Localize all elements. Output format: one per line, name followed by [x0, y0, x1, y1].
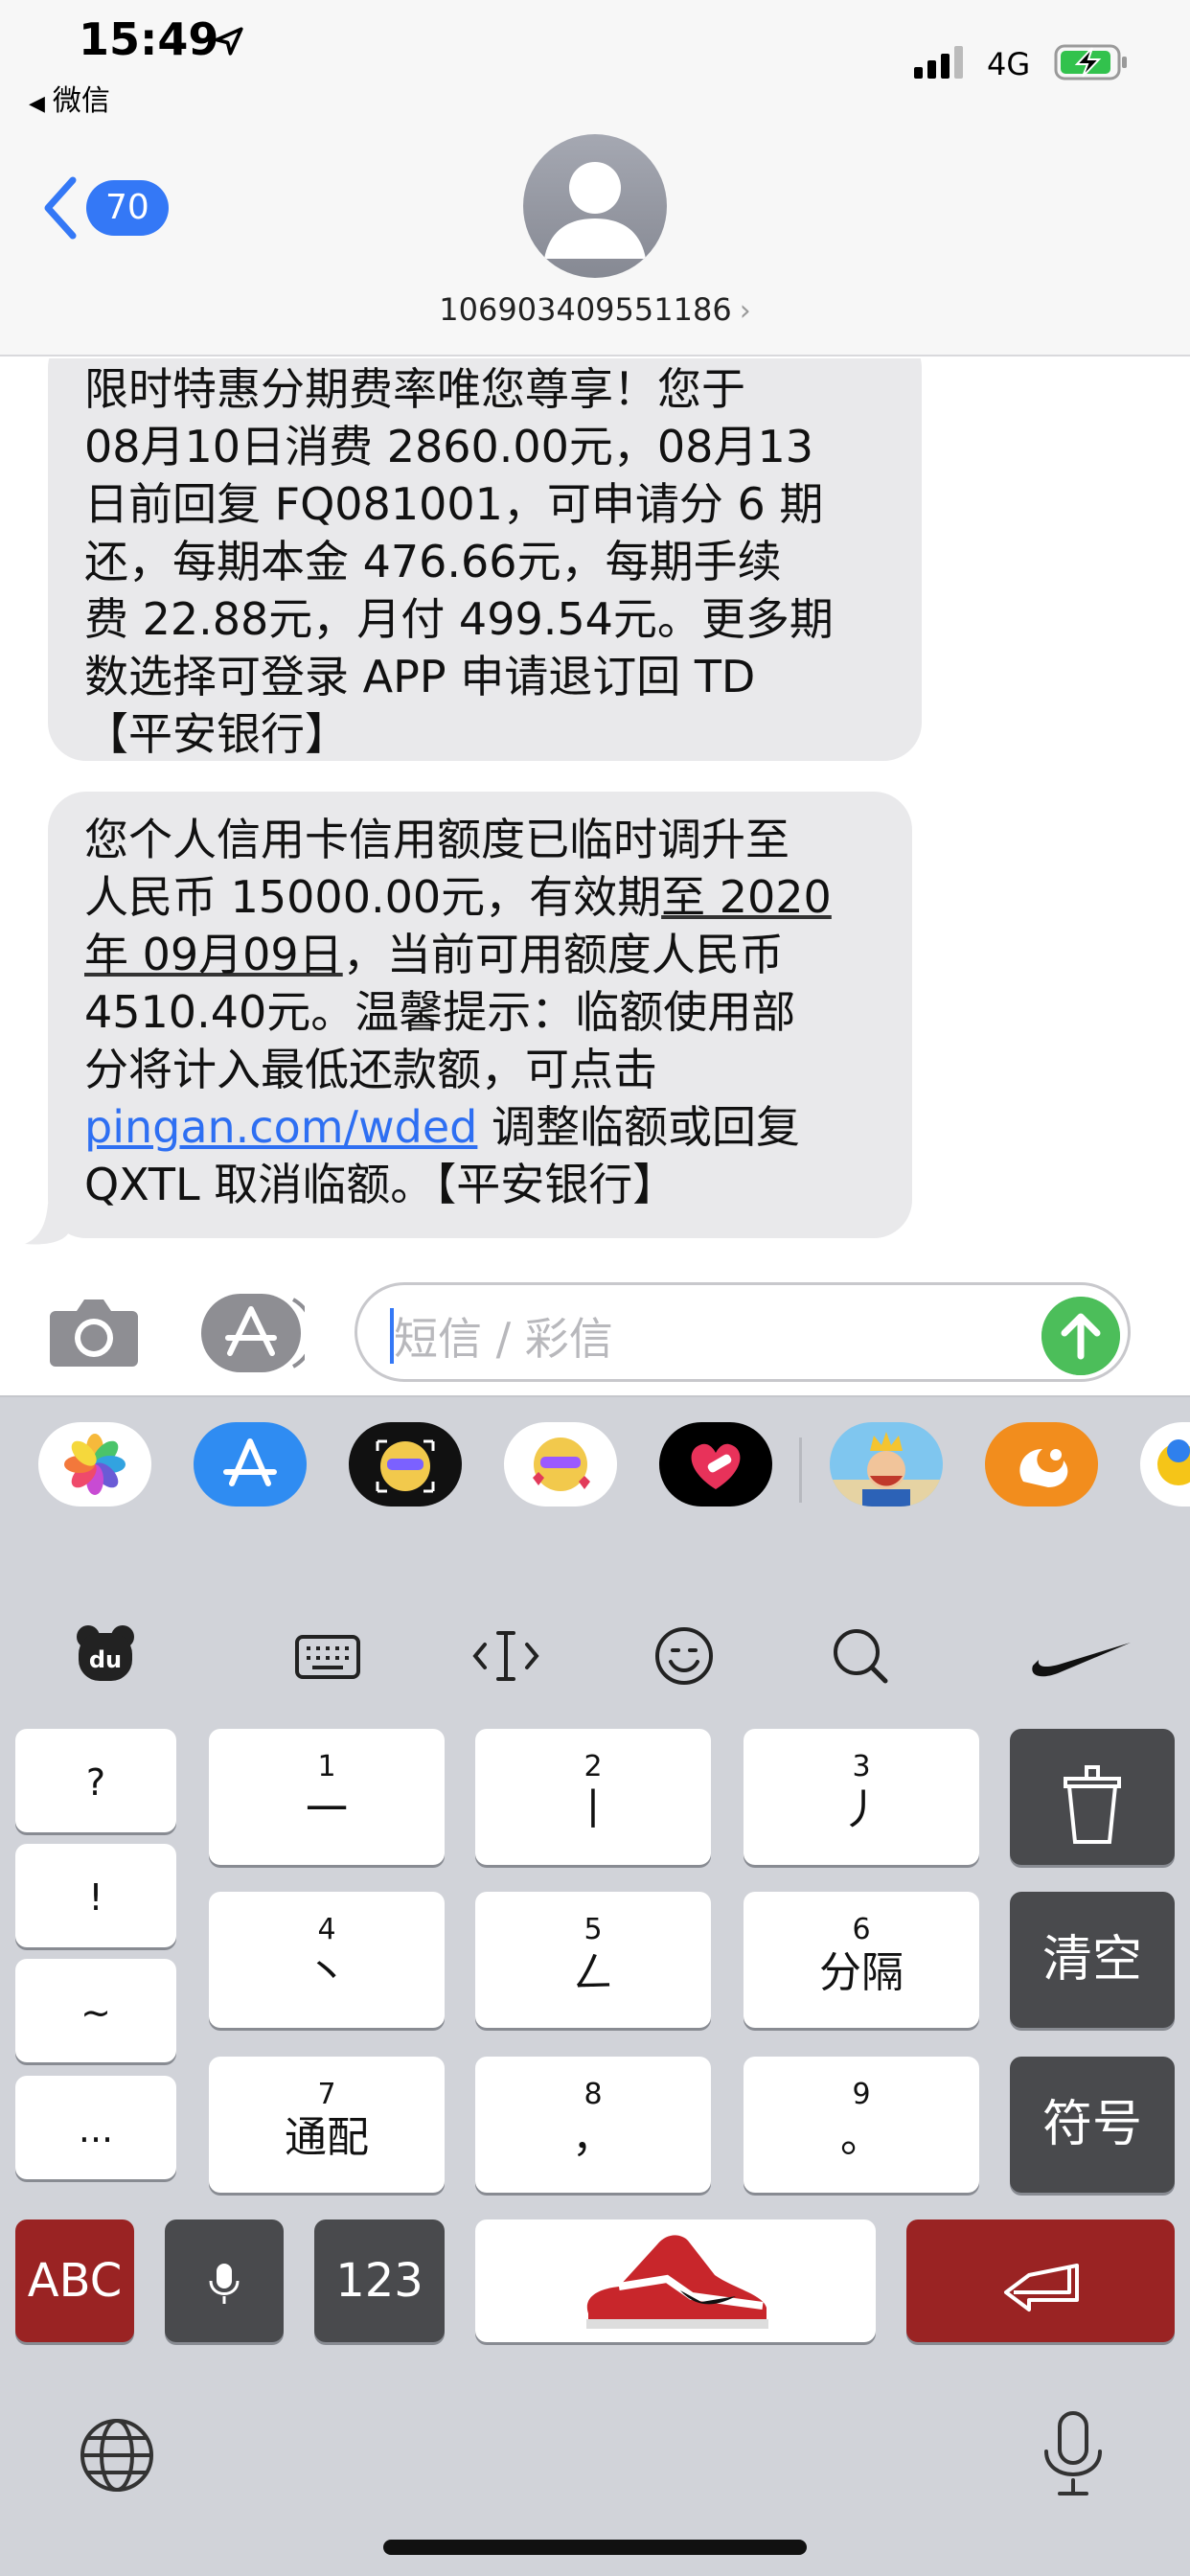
dictation-mic-icon[interactable]	[1037, 2409, 1110, 2499]
contact-number[interactable]: 106903409551186 ›	[0, 291, 1190, 328]
sneaker-icon	[586, 2235, 768, 2329]
contact-avatar[interactable]	[523, 134, 667, 278]
memoji-stickers-app-icon[interactable]	[504, 1422, 617, 1506]
keyboard: du ? ! ~ ... 1一 2丨 3丿 4 丶 5 ㄥ 6 分隔 清空 7 …	[0, 1547, 1190, 2576]
message-line: 08月10日消费 2860.00元，08月13	[84, 421, 813, 472]
symbols-key[interactable]: 符号	[1010, 2057, 1175, 2193]
input-placeholder: 短信 / 彩信	[394, 1313, 613, 1365]
contact-number-text: 106903409551186	[439, 291, 732, 328]
message-line: 4510.40元。温馨提示：临额使用部	[84, 986, 796, 1038]
stroke-key-4[interactable]: 4丶	[209, 1892, 445, 2028]
nike-swoosh-icon[interactable]	[1029, 1618, 1134, 1694]
back-chevron-icon[interactable]	[42, 174, 80, 242]
send-button[interactable]	[1041, 1297, 1120, 1375]
imessage-app-drawer	[0, 1395, 1190, 1547]
du-bear-icon[interactable]: du	[67, 1618, 144, 1694]
compose-bar: 短信 / 彩信	[0, 1246, 1190, 1395]
stroke-key-1[interactable]: 1一	[209, 1729, 445, 1865]
message-list[interactable]: 限时特惠分期费率唯您尊享！您于 08月10日消费 2860.00元，08月13 …	[0, 358, 1190, 1246]
svg-text:du: du	[89, 1646, 122, 1673]
home-indicator	[383, 2540, 807, 2555]
cursor-move-icon[interactable]	[468, 1618, 544, 1694]
battery-charging-icon	[1054, 44, 1127, 80]
back-to-app[interactable]: ◀ 微信	[29, 77, 110, 119]
game-app-icon[interactable]	[830, 1422, 943, 1506]
abc-key[interactable]: ABC	[15, 2220, 134, 2342]
bubble-tail	[25, 1204, 69, 1245]
number-key[interactable]: 123	[314, 2220, 445, 2342]
location-arrow-icon	[215, 27, 243, 56]
cellular-signal-icon	[914, 46, 963, 79]
chevron-right-icon: ›	[739, 294, 751, 328]
memoji-camera-app-icon[interactable]	[349, 1422, 462, 1506]
date-detector-link[interactable]: 年 09月09日	[84, 929, 343, 980]
message-bubble[interactable]: 您个人信用卡信用额度已临时调升至 人民币 15000.00元，有效期至 2020…	[48, 792, 912, 1238]
conversation-header: 15:49 ◀ 微信 4G 70 106903409551186 ›	[0, 0, 1190, 356]
message-bubble[interactable]: 限时特惠分期费率唯您尊享！您于 08月10日消费 2860.00元，08月13 …	[48, 358, 922, 761]
comma-key[interactable]: 8，	[475, 2057, 711, 2193]
network-type: 4G	[987, 46, 1031, 82]
stroke-key-3[interactable]: 3丿	[744, 1729, 979, 1865]
message-line: 费 22.88元，月付 499.54元。更多期	[84, 593, 834, 645]
messages-screen: 15:49 ◀ 微信 4G 70 106903409551186 › 限时特惠分…	[0, 0, 1190, 2576]
period-key[interactable]: 9。	[744, 2057, 979, 2193]
app-store-app-icon[interactable]	[194, 1422, 307, 1506]
camera-icon[interactable]	[48, 1296, 140, 1368]
more-app-icon[interactable]	[1140, 1422, 1190, 1506]
person-icon	[544, 162, 646, 259]
globe-icon[interactable]	[77, 2415, 157, 2496]
separator-key[interactable]: 6 分隔	[744, 1892, 979, 2028]
return-key[interactable]	[906, 2220, 1175, 2342]
message-line: 人民币 15000.00元，有效期至 2020	[84, 871, 832, 923]
delete-key[interactable]	[1010, 1729, 1175, 1865]
microphone-key[interactable]	[165, 2220, 284, 2342]
wildcard-key[interactable]: 7 通配	[209, 2057, 445, 2193]
digital-touch-app-icon[interactable]	[659, 1422, 772, 1506]
space-key[interactable]	[475, 2220, 876, 2342]
message-line: 还，每期本金 476.66元，每期手续	[84, 536, 782, 587]
symbol-key[interactable]: !	[15, 1844, 176, 1947]
return-arrow-icon	[1004, 2264, 1079, 2312]
photos-app-icon[interactable]	[38, 1422, 151, 1506]
message-line: QXTL 取消临额。【平安银行】	[84, 1159, 677, 1210]
message-line: 您个人信用卡信用额度已临时调升至	[84, 814, 790, 865]
status-time: 15:49	[79, 13, 219, 65]
app-drawer-separator	[799, 1438, 802, 1503]
message-line: 【平安银行】	[84, 708, 349, 760]
message-line: 分将计入最低还款额，可点击	[84, 1044, 657, 1095]
message-input[interactable]: 短信 / 彩信	[355, 1282, 1131, 1382]
url-link[interactable]: pingan.com/wded	[84, 1101, 477, 1153]
symbol-key[interactable]: ...	[15, 2076, 176, 2179]
emoji-icon[interactable]	[646, 1618, 722, 1694]
message-line: 日前回复 FQ081001，可申请分 6 期	[84, 478, 824, 530]
trash-cup-icon	[1064, 1765, 1121, 1844]
message-line: 年 09月09日，当前可用额度人民币	[84, 929, 784, 980]
symbol-key[interactable]: ~	[15, 1959, 176, 2062]
stroke-key-5[interactable]: 5ㄥ	[475, 1892, 711, 2028]
uc-browser-app-icon[interactable]	[985, 1422, 1098, 1506]
clear-key[interactable]: 清空	[1010, 1892, 1175, 2028]
app-store-icon[interactable]	[201, 1294, 305, 1372]
stroke-key-2[interactable]: 2丨	[475, 1729, 711, 1865]
search-icon[interactable]	[822, 1618, 899, 1694]
message-line: 数选择可登录 APP 申请退订回 TD	[84, 651, 756, 702]
date-detector-link[interactable]: 至 2020	[661, 871, 832, 923]
message-line: 限时特惠分期费率唯您尊享！您于	[84, 363, 745, 415]
keyboard-icon[interactable]	[289, 1618, 366, 1694]
microphone-icon	[209, 2264, 240, 2304]
unread-count-badge[interactable]: 70	[86, 180, 169, 236]
symbol-key[interactable]: ?	[15, 1729, 176, 1832]
message-line: pingan.com/wded 调整临额或回复	[84, 1101, 800, 1153]
back-app-label: 微信	[52, 84, 110, 118]
